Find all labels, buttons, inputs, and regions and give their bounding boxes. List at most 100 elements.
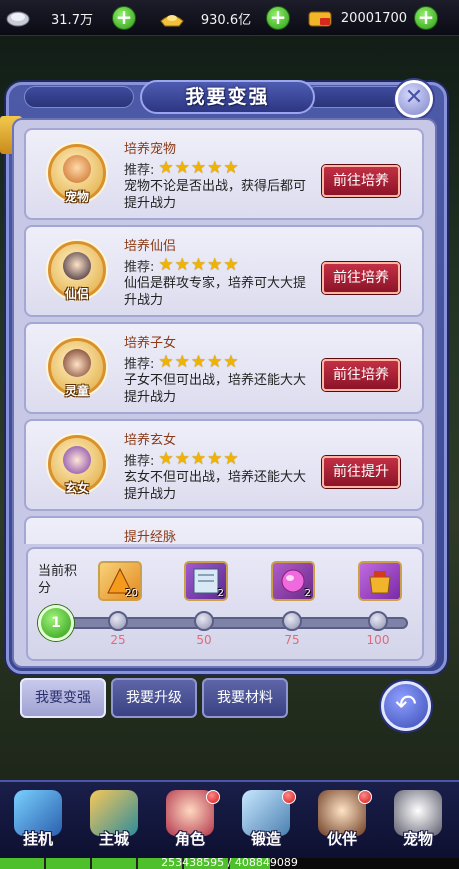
card-child: 灵童 培养子女 推荐: ★★★★★ 子女不但可出战，培养还能大大提升战力 前往培… [24, 322, 424, 414]
goto-button[interactable]: 前往提升 [322, 456, 400, 488]
reward-chest-4[interactable] [358, 561, 402, 601]
tab-level-up[interactable]: 我要升级 [111, 678, 197, 718]
card-title: 培养宠物 [124, 142, 177, 157]
card-companion: 仙侣 培养仙侣 推荐: ★★★★★ 仙侣是群攻专家，培养可大大提升战力 前往培养 [24, 225, 424, 317]
card-description: 宠物不论是否出战，获得后都可提升战力 [124, 179, 307, 211]
exp-text: 253438595 / 408849089 [161, 856, 298, 869]
reward-chest-1[interactable]: 20 [98, 561, 142, 601]
silver-coin-icon [4, 7, 32, 29]
card-title: 提升经脉 [124, 530, 177, 544]
pet-avatar-icon: 宠物 [48, 144, 106, 204]
companion-avatar-icon: 仙侣 [48, 241, 106, 301]
avatar-label: 宠物 [64, 190, 89, 204]
reward-chest-2[interactable]: 2 [184, 561, 228, 601]
recommend-label: 推荐: [124, 356, 155, 372]
vip-resource: 20001700 + [306, 5, 438, 31]
nav-label: 伙伴 [326, 830, 357, 848]
nav-idle[interactable]: 挂机 [6, 790, 70, 854]
reward-chest-3[interactable]: 2 [271, 561, 315, 601]
nav-label: 锻造 [250, 830, 281, 848]
add-gold-button[interactable]: + [266, 6, 290, 30]
gold-value: 930.6亿 [200, 12, 252, 28]
score-label: 当前积分 [38, 564, 78, 596]
goto-button[interactable]: 前往培养 [322, 262, 400, 294]
recommend-label: 推荐: [124, 259, 155, 275]
card-goddess: 玄女 培养玄女 推荐: ★★★★★ 玄女不但可出战，培养还能大大提升战力 前往提… [24, 419, 424, 511]
silver-resource: 31.7万 + [4, 5, 136, 31]
milestone-node [368, 611, 388, 631]
chest-count: 2 [217, 588, 224, 599]
nav-character[interactable]: 角色 [158, 790, 222, 854]
tab-strengthen[interactable]: 我要变强 [20, 678, 106, 718]
goto-button[interactable]: 前往培养 [322, 359, 400, 391]
silver-value: 31.7万 [51, 12, 93, 28]
milestone-label: 75 [284, 633, 300, 647]
score-progress: 当前积分 20 2 2 1 25 50 75 100 [26, 547, 424, 661]
milestone-node [194, 611, 214, 631]
companion-face-icon [63, 252, 91, 280]
nav-label: 主城 [98, 830, 129, 848]
nav-forge[interactable]: 锻造 [234, 790, 298, 854]
notification-dot [282, 790, 296, 804]
title-wing-left [24, 86, 134, 108]
vip-gold-icon [306, 7, 334, 29]
close-button[interactable]: ✕ [395, 80, 433, 118]
exp-bar: 253438595 / 408849089 [0, 856, 459, 869]
milestone-node [108, 611, 128, 631]
recommend-row: 推荐: ★★★★★ [124, 255, 240, 275]
star-rating-icon: ★★★★★ [158, 449, 240, 469]
card-meridian: 提升经脉 [24, 516, 424, 544]
star-rating-icon: ★★★★★ [158, 158, 240, 178]
gold-resource: 930.6亿 + [158, 5, 290, 31]
nav-label: 角色 [174, 830, 205, 848]
milestone-label: 25 [110, 633, 126, 647]
vip-value: 20001700 [340, 10, 408, 26]
goddess-avatar-icon: 玄女 [48, 435, 106, 495]
recommend-label: 推荐: [124, 453, 155, 469]
add-silver-button[interactable]: + [112, 6, 136, 30]
back-arrow-icon: ↶ [395, 690, 417, 720]
avatar-label: 仙侣 [64, 287, 89, 301]
panel-title-text: 我要变强 [185, 86, 270, 108]
card-description: 子女不但可出战，培养还能大大提升战力 [124, 373, 307, 405]
card-title: 培养子女 [124, 336, 177, 351]
goto-button[interactable]: 前往培养 [322, 165, 400, 197]
nav-partner[interactable]: 伙伴 [310, 790, 374, 854]
card-description: 仙侣是群攻专家，培养可大大提升战力 [124, 276, 307, 308]
tab-materials[interactable]: 我要材料 [202, 678, 288, 718]
nav-pet[interactable]: 宠物 [386, 790, 450, 854]
card-title: 培养仙侣 [124, 239, 177, 254]
child-avatar-icon: 灵童 [48, 338, 106, 398]
avatar-label: 玄女 [64, 481, 89, 495]
card-pet: 宠物 培养宠物 推荐: ★★★★★ 宠物不论是否出战，获得后都可提升战力 前往培… [24, 128, 424, 220]
card-title: 培养玄女 [124, 433, 177, 448]
resource-bar: 31.7万 + 930.6亿 + 20001700 + [0, 0, 459, 36]
recommend-row: 推荐: ★★★★★ [124, 158, 240, 178]
card-description: 玄女不但可出战，培养还能大大提升战力 [124, 470, 307, 502]
monkey-face-icon [63, 155, 91, 183]
add-vip-button[interactable]: + [414, 6, 438, 30]
avatar-label: 灵童 [64, 384, 89, 398]
milestone-label: 100 [366, 633, 390, 647]
chest-count: 20 [125, 588, 138, 599]
gold-pouch-icon [369, 571, 391, 594]
notification-dot [358, 790, 372, 804]
nav-label: 宠物 [402, 830, 433, 848]
back-button[interactable]: ↶ [381, 681, 431, 731]
goddess-face-icon [63, 446, 91, 474]
recommend-row: 推荐: ★★★★★ [124, 449, 240, 469]
milestone-label: 50 [196, 633, 212, 647]
strengthen-list[interactable]: 宠物 培养宠物 推荐: ★★★★★ 宠物不论是否出战，获得后都可提升战力 前往培… [24, 128, 424, 544]
star-rating-icon: ★★★★★ [158, 255, 240, 275]
current-score: 1 [38, 605, 74, 641]
chest-count: 2 [304, 588, 311, 599]
gold-ingot-icon [158, 7, 186, 29]
milestone-node [282, 611, 302, 631]
recommend-row: 推荐: ★★★★★ [124, 352, 240, 372]
notification-dot [206, 790, 220, 804]
child-face-icon [63, 349, 91, 377]
close-icon: ✕ [404, 85, 424, 110]
star-rating-icon: ★★★★★ [158, 352, 240, 372]
nav-main-city[interactable]: 主城 [82, 790, 146, 854]
nav-label: 挂机 [22, 830, 53, 848]
